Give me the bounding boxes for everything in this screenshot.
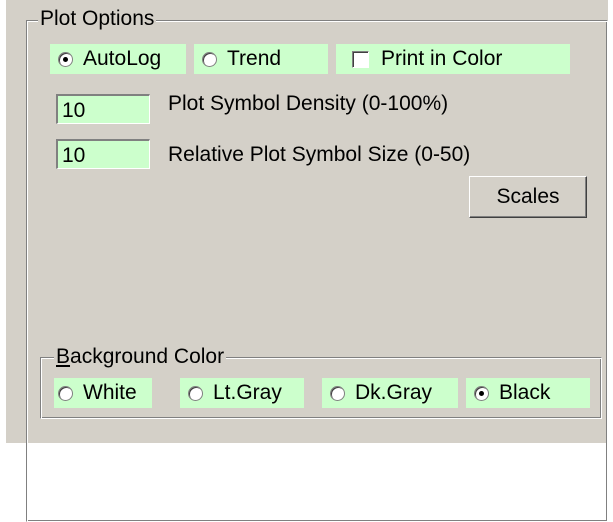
radio-autolog[interactable]: AutoLog xyxy=(50,44,186,74)
radio-autolog-indicator[interactable] xyxy=(58,51,73,67)
background-color-title-mnemonic: B xyxy=(56,345,71,368)
panel-edge-right xyxy=(608,0,613,443)
options-panel: Plot Options AutoLog Trend Print in Colo… xyxy=(0,0,613,522)
bg-radio-dkgray-indicator[interactable] xyxy=(330,385,345,401)
background-color-title-rest: ackground Color xyxy=(70,345,225,368)
symbol-density-input[interactable]: 10 xyxy=(56,94,150,124)
radio-trend-label: Trend xyxy=(227,47,282,70)
bg-radio-white-label: White xyxy=(83,381,137,404)
bg-radio-white-indicator[interactable] xyxy=(58,385,73,401)
print-in-color-label: Print in Color xyxy=(381,47,503,70)
symbol-size-label: Relative Plot Symbol Size (0-50) xyxy=(168,143,471,166)
bg-radio-white[interactable]: White xyxy=(54,378,152,408)
plot-options-title: Plot Options xyxy=(38,7,157,30)
scales-button[interactable]: Scales xyxy=(469,176,587,218)
print-in-color-checkbox[interactable]: Print in Color xyxy=(336,44,570,74)
symbol-density-label: Plot Symbol Density (0-100%) xyxy=(168,92,449,115)
radio-trend[interactable]: Trend xyxy=(194,44,328,74)
bg-radio-black[interactable]: Black xyxy=(466,378,590,408)
background-color-title: Background Color xyxy=(54,345,227,368)
radio-trend-indicator[interactable] xyxy=(202,51,217,67)
symbol-size-input[interactable]: 10 xyxy=(56,139,150,169)
bg-radio-dkgray[interactable]: Dk.Gray xyxy=(322,378,458,408)
bg-radio-ltgray[interactable]: Lt.Gray xyxy=(180,378,304,408)
bg-radio-dkgray-label: Dk.Gray xyxy=(355,381,433,404)
print-in-color-box[interactable] xyxy=(352,50,369,68)
bg-radio-ltgray-label: Lt.Gray xyxy=(213,381,282,404)
bg-radio-black-indicator[interactable] xyxy=(474,385,489,401)
panel-edge-left xyxy=(0,0,6,443)
bg-radio-black-label: Black xyxy=(499,381,551,404)
bg-radio-ltgray-indicator[interactable] xyxy=(188,385,203,401)
radio-autolog-label: AutoLog xyxy=(83,47,162,70)
